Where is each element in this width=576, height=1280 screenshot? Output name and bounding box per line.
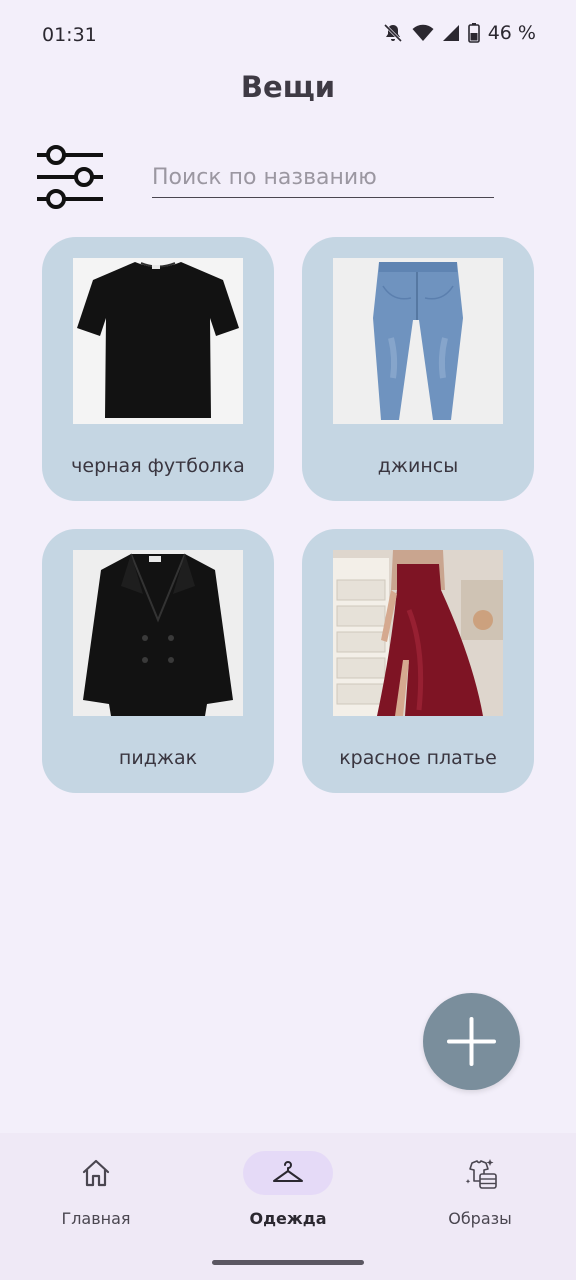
status-icons: 46 % [382, 22, 536, 44]
blue-jeans-image [333, 258, 503, 424]
nav-item-outfits[interactable]: Образы [384, 1133, 576, 1243]
item-label: джинсы [377, 455, 459, 477]
filter-sliders-icon [37, 145, 103, 209]
item-card[interactable]: джинсы [302, 237, 534, 501]
nav-item-clothes[interactable]: Одежда [192, 1133, 384, 1243]
search-input[interactable] [152, 158, 494, 198]
nav-label: Образы [448, 1209, 512, 1228]
item-card[interactable]: красное платье [302, 529, 534, 793]
page-title: Вещи [240, 70, 336, 104]
red-dress-image [333, 550, 503, 716]
home-icon [82, 1159, 110, 1187]
item-label: черная футболка [71, 455, 245, 477]
nav-icon-container [51, 1151, 141, 1195]
mute-icon [382, 22, 404, 44]
plus-icon [447, 1017, 496, 1066]
item-label: красное платье [339, 747, 497, 769]
wifi-icon [412, 24, 434, 42]
outfits-icon [465, 1159, 497, 1189]
add-item-button[interactable] [423, 993, 520, 1090]
nav-icon-container [435, 1151, 525, 1195]
nav-item-home[interactable]: Главная [0, 1133, 192, 1243]
signal-icon [442, 24, 460, 42]
gesture-home-indicator[interactable] [212, 1260, 364, 1265]
item-card[interactable]: черная футболка [42, 237, 274, 501]
battery-icon [467, 23, 480, 43]
item-card[interactable]: пиджак [42, 529, 274, 793]
nav-label: Главная [61, 1209, 131, 1228]
nav-label: Одежда [249, 1209, 327, 1228]
black-blazer-image [73, 550, 243, 716]
filter-button[interactable] [34, 144, 106, 210]
bottom-navigation: Главная Одежда Образы [0, 1133, 576, 1280]
black-tshirt-image [73, 258, 243, 424]
battery-percentage: 46 % [487, 22, 536, 44]
status-time: 01:31 [42, 24, 97, 46]
item-label: пиджак [118, 747, 198, 769]
hanger-icon [273, 1161, 303, 1182]
status-bar: 01:31 46 % [0, 0, 576, 72]
nav-icon-container [243, 1151, 333, 1195]
